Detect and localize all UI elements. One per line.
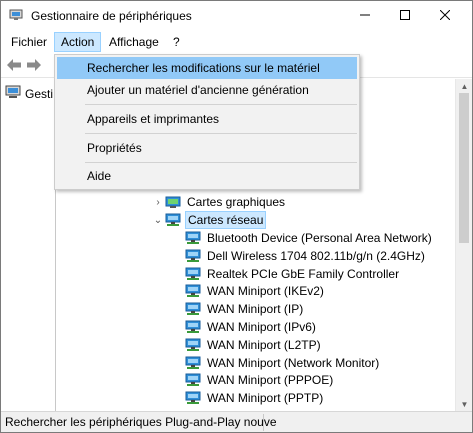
- network-adapter-label: WAN Miniport (IP): [207, 302, 304, 316]
- network-adapter-row[interactable]: WAN Miniport (PPTP): [185, 389, 325, 407]
- network-adapter-label: WAN Miniport (Network Monitor): [207, 356, 380, 370]
- network-adapter-icon: [185, 337, 201, 353]
- window-title: Gestionnaire de périphériques: [31, 9, 192, 23]
- network-adapter-label: Realtek PCIe GbE Family Controller: [207, 267, 400, 281]
- network-adapter-row[interactable]: Dell Wireless 1704 802.11b/g/n (2.4GHz): [185, 247, 427, 265]
- menu-separator: [85, 162, 357, 163]
- action-menu-dropdown: Rechercher les modifications sur le maté…: [54, 54, 360, 190]
- network-adapter-icon: [185, 283, 201, 299]
- network-adapter-row[interactable]: Bluetooth Device (Personal Area Network): [185, 229, 434, 247]
- network-adapter-row[interactable]: WAN Miniport (Network Monitor): [185, 354, 381, 372]
- tree-category-cartes-graphiques[interactable]: › Cartes graphiques: [151, 193, 287, 211]
- scroll-up-icon[interactable]: ▲: [456, 79, 472, 93]
- forward-arrow-icon: [26, 58, 42, 75]
- menu-help[interactable]: ?: [167, 32, 186, 52]
- maximize-icon: [400, 9, 410, 23]
- console-root-label: Gesti: [25, 86, 54, 101]
- menu-affichage[interactable]: Affichage: [103, 32, 165, 52]
- network-adapter-row[interactable]: WAN Miniport (IKEv2): [185, 282, 326, 300]
- device-manager-icon: [9, 9, 23, 21]
- tree-category-label: Cartes graphiques: [187, 195, 286, 209]
- back-button[interactable]: [5, 58, 23, 74]
- menu-separator: [85, 104, 357, 105]
- console-root-node[interactable]: Gesti: [5, 85, 53, 102]
- computer-icon: [5, 85, 21, 102]
- scroll-down-icon[interactable]: ▼: [456, 397, 472, 411]
- menu-separator: [85, 133, 357, 134]
- menu-fichier[interactable]: Fichier: [5, 32, 53, 52]
- network-adapter-icon: [165, 212, 181, 228]
- menu-item-add-legacy-hardware[interactable]: Ajouter un matériel d'ancienne génératio…: [57, 79, 357, 101]
- network-adapter-label: WAN Miniport (PPTP): [207, 391, 324, 405]
- network-adapter-icon: [185, 372, 201, 388]
- network-adapter-icon: [185, 248, 201, 264]
- menu-item-scan-hardware[interactable]: Rechercher les modifications sur le maté…: [57, 57, 357, 79]
- network-adapter-label: Dell Wireless 1704 802.11b/g/n (2.4GHz): [207, 249, 425, 263]
- title-bar: Gestionnaire de périphériques: [1, 1, 472, 31]
- network-adapter-icon: [185, 355, 201, 371]
- vertical-scrollbar[interactable]: ▲ ▼: [455, 79, 472, 411]
- network-adapter-row[interactable]: WAN Miniport (IP): [185, 300, 305, 318]
- close-button[interactable]: [427, 1, 463, 31]
- close-icon: [439, 9, 451, 23]
- forward-button[interactable]: [25, 58, 43, 74]
- network-adapter-row[interactable]: Realtek PCIe GbE Family Controller: [185, 265, 401, 283]
- back-arrow-icon: [6, 58, 22, 75]
- network-adapter-label: Bluetooth Device (Personal Area Network): [207, 231, 432, 245]
- network-adapter-row[interactable]: WAN Miniport (PPPOE): [185, 371, 335, 389]
- network-adapter-label: WAN Miniport (IPv6): [207, 320, 316, 334]
- tree-category-cartes-reseau[interactable]: ⌄ Cartes réseau: [151, 211, 267, 229]
- status-text: Rechercher les périphériques Plug-and-Pl…: [5, 415, 277, 429]
- device-manager-window: Gestionnaire de périphériques Fichier Ac…: [0, 0, 473, 433]
- network-adapter-icon: [185, 266, 201, 282]
- menu-bar: Fichier Action Affichage ?: [1, 31, 472, 53]
- minimize-button[interactable]: [347, 1, 383, 31]
- network-adapter-icon: [185, 301, 201, 317]
- minimize-icon: [360, 9, 370, 23]
- network-adapter-label: WAN Miniport (IKEv2): [207, 284, 324, 298]
- network-adapter-icon: [185, 390, 201, 406]
- network-adapter-row[interactable]: WAN Miniport (L2TP): [185, 336, 323, 354]
- network-adapter-icon: [185, 319, 201, 335]
- tree-category-label: Cartes réseau: [185, 211, 267, 229]
- menu-item-devices-printers[interactable]: Appareils et imprimantes: [57, 108, 357, 130]
- network-adapter-row[interactable]: WAN Miniport (IPv6): [185, 318, 318, 336]
- console-tree-pane: Gesti: [1, 79, 56, 411]
- menu-item-properties[interactable]: Propriétés: [57, 137, 357, 159]
- status-divider: [263, 414, 264, 431]
- expand-chevron-icon[interactable]: ›: [151, 193, 165, 211]
- status-bar: Rechercher les périphériques Plug-and-Pl…: [1, 411, 472, 432]
- collapse-chevron-icon[interactable]: ⌄: [151, 211, 165, 229]
- scroll-thumb[interactable]: [459, 93, 469, 243]
- network-adapter-label: WAN Miniport (L2TP): [207, 338, 321, 352]
- display-adapter-icon: [165, 194, 181, 210]
- network-adapter-label: WAN Miniport (PPPOE): [207, 373, 334, 387]
- maximize-button[interactable]: [387, 1, 423, 31]
- menu-action[interactable]: Action: [54, 32, 102, 52]
- menu-item-help[interactable]: Aide: [57, 165, 357, 187]
- network-adapter-icon: [185, 230, 201, 246]
